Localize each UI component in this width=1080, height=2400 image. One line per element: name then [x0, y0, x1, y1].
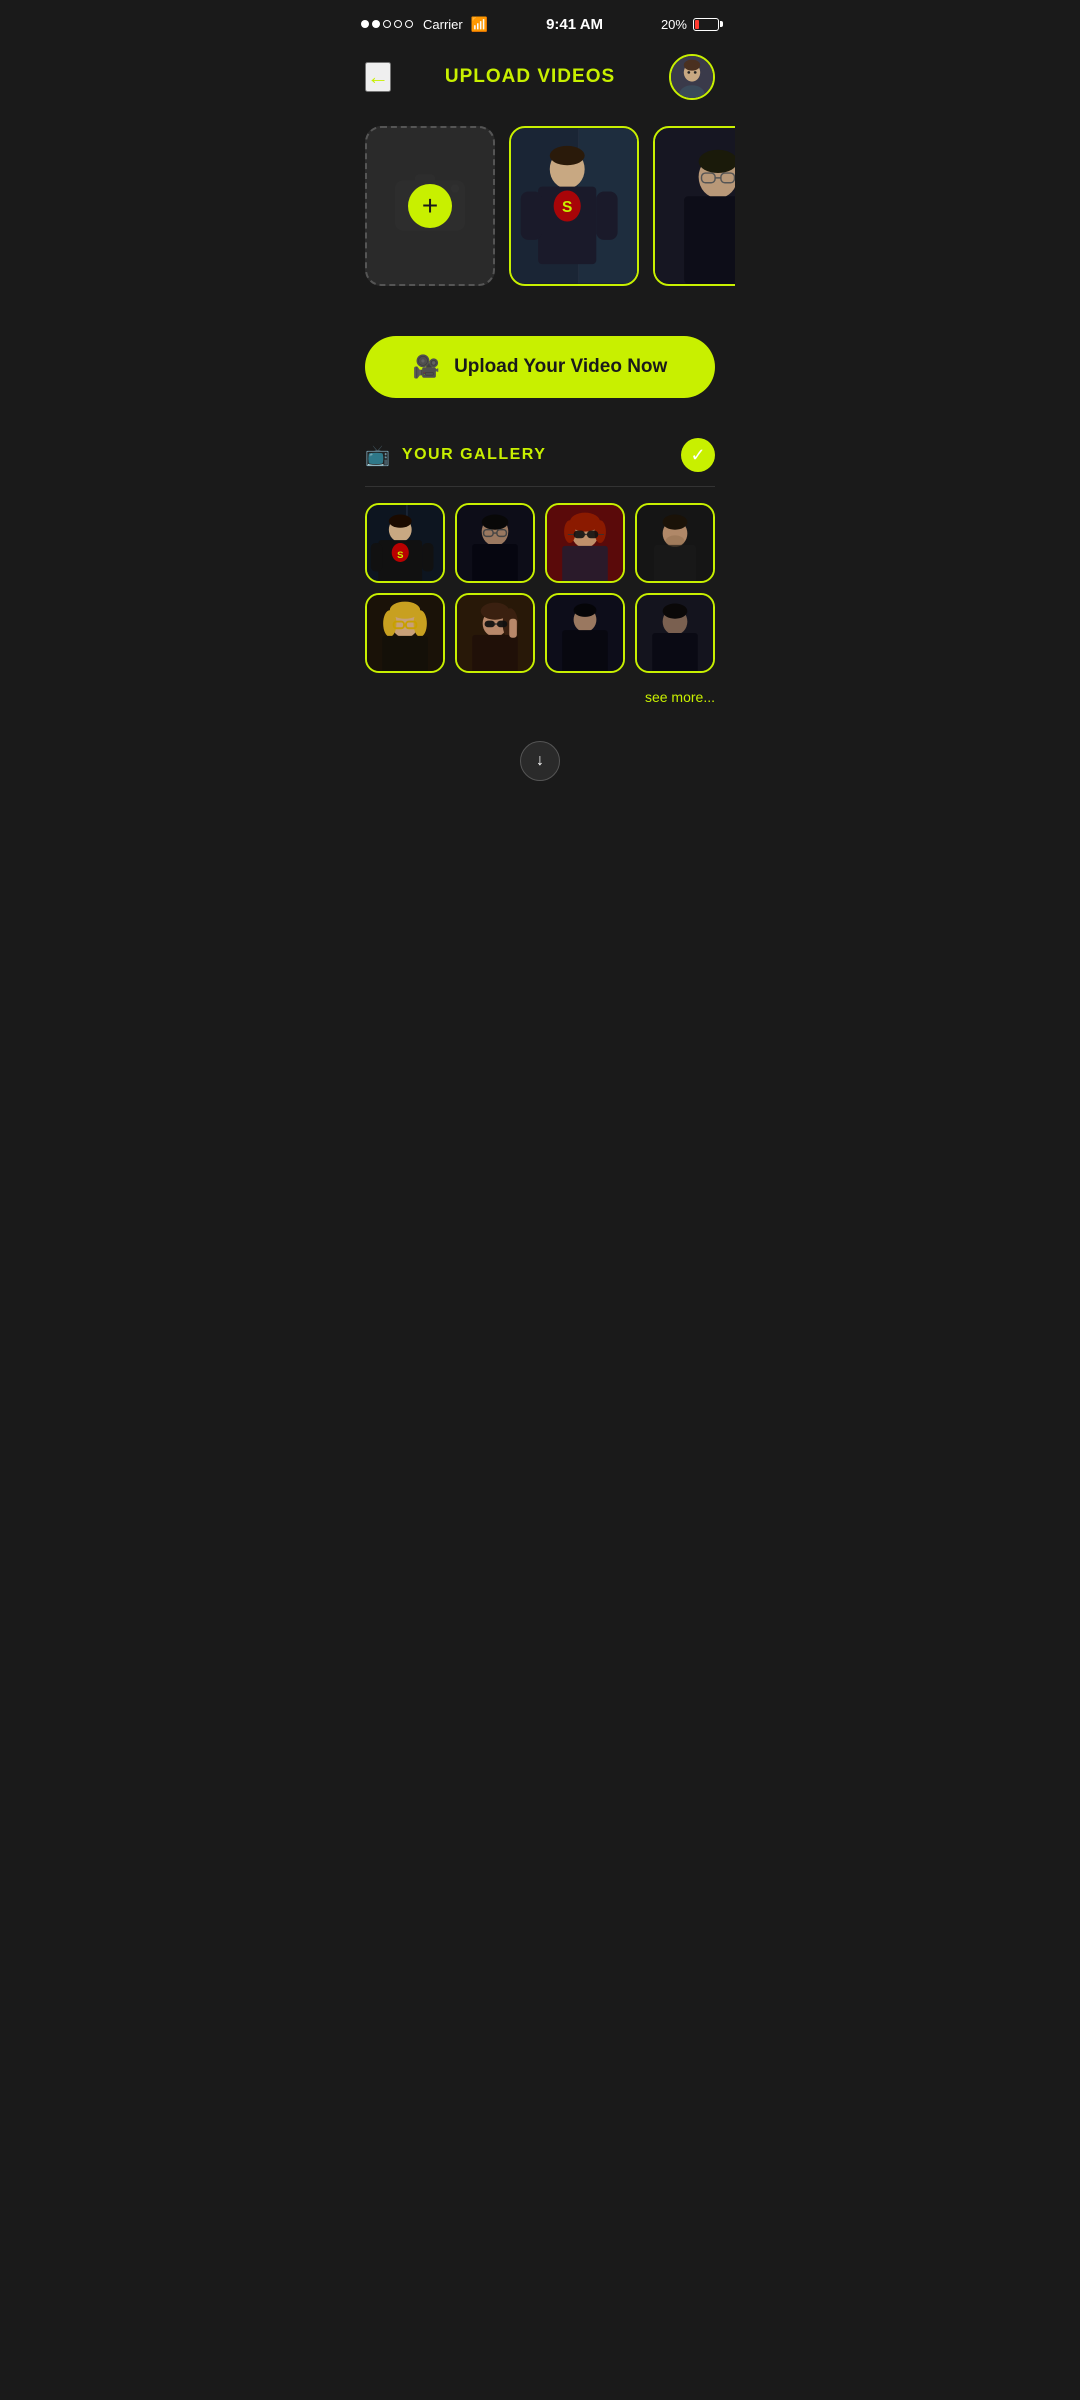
scroll-down-icon: ↓ — [536, 752, 544, 770]
svg-text:S: S — [397, 550, 403, 561]
gallery-item-7[interactable] — [545, 593, 625, 673]
gallery-grid: S — [365, 487, 715, 683]
gallery-item-8[interactable] — [635, 593, 715, 673]
gallery-item-6[interactable] — [455, 593, 535, 673]
upload-button-label: Upload Your Video Now — [454, 356, 667, 378]
scroll-down-button[interactable]: ↓ — [520, 741, 560, 781]
gallery-tv-icon: 📺 — [365, 443, 390, 468]
battery-fill — [695, 20, 699, 29]
gallery-item-3[interactable] — [545, 503, 625, 583]
gallery-svg-3 — [547, 505, 623, 581]
gallery-item-1[interactable]: S — [365, 503, 445, 583]
signal-dot-2 — [372, 20, 380, 28]
signal-dot-3 — [383, 20, 391, 28]
wifi-icon: 📶 — [471, 16, 488, 33]
header: ← UPLOAD VIDEOS — [345, 44, 735, 116]
gallery-svg-2 — [457, 505, 533, 581]
person-svg-1: S — [511, 128, 637, 284]
upload-button[interactable]: 🎥 Upload Your Video Now — [365, 336, 715, 398]
avatar-face-svg — [671, 56, 713, 98]
gallery-svg-4 — [637, 505, 713, 581]
gallery-section: 📺 YOUR GALLERY ✓ S — [345, 418, 735, 731]
plus-icon: + — [408, 184, 452, 228]
avatar-image — [671, 56, 713, 98]
gallery-svg-6 — [457, 595, 533, 671]
video-thumbnail-2[interactable] — [653, 126, 735, 286]
signal-dots — [361, 20, 413, 28]
battery-percent: 20% — [661, 17, 687, 32]
gallery-item-5[interactable] — [365, 593, 445, 673]
signal-dot-4 — [394, 20, 402, 28]
gallery-item-4[interactable] — [635, 503, 715, 583]
gallery-check-icon: ✓ — [681, 438, 715, 472]
status-bar: Carrier 📶 9:41 AM 20% — [345, 0, 735, 44]
page-title: UPLOAD VIDEOS — [445, 66, 615, 88]
video-thumbnail-1[interactable]: S — [509, 126, 639, 286]
back-button[interactable]: ← — [365, 62, 391, 92]
gallery-svg-5 — [367, 595, 443, 671]
status-right: 20% — [661, 17, 719, 32]
signal-dot-1 — [361, 20, 369, 28]
battery-icon — [693, 18, 719, 31]
svg-text:S: S — [562, 199, 572, 216]
bottom-indicator: ↓ — [345, 731, 735, 801]
gallery-title: YOUR GALLERY — [402, 446, 669, 464]
signal-dot-5 — [405, 20, 413, 28]
gallery-header: 📺 YOUR GALLERY ✓ — [365, 438, 715, 487]
video-selection-row: + S — [345, 116, 735, 306]
carrier-label: Carrier — [423, 17, 463, 32]
gallery-svg-7 — [547, 595, 623, 671]
gallery-svg-8 — [637, 595, 713, 671]
user-avatar[interactable] — [669, 54, 715, 100]
status-left: Carrier 📶 — [361, 16, 488, 33]
gallery-item-2[interactable] — [455, 503, 535, 583]
add-video-button[interactable]: + — [365, 126, 495, 286]
status-time: 9:41 AM — [546, 16, 603, 33]
see-more-link[interactable]: see more... — [365, 683, 715, 721]
upload-section: 🎥 Upload Your Video Now — [345, 306, 735, 418]
gallery-svg-1: S — [367, 505, 443, 581]
person-svg-2 — [655, 128, 735, 284]
camera-icon: 🎥 — [413, 354, 440, 380]
battery-body — [693, 18, 719, 31]
